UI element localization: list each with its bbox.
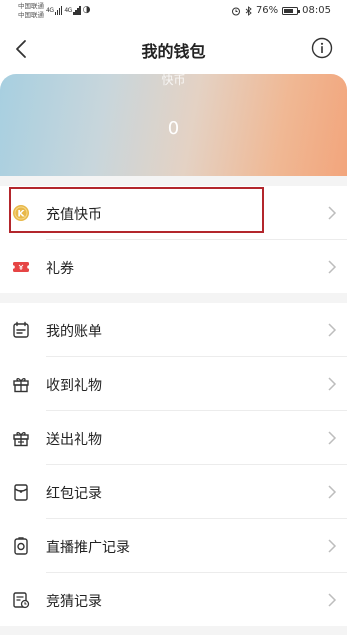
signal-bars-icon — [54, 6, 63, 15]
gifts-received-label: 收到礼物 — [46, 378, 102, 394]
chevron-right-icon — [328, 377, 337, 391]
coupon-row[interactable]: 礼券 — [0, 240, 347, 294]
info-icon[interactable] — [311, 37, 333, 59]
bluetooth-icon — [245, 5, 252, 16]
red-envelope-row[interactable]: 红包记录 — [0, 465, 347, 519]
calendar-bill-icon — [13, 321, 29, 338]
battery-percent: 76% — [255, 5, 279, 16]
data-saver-icon: ◑ — [82, 5, 91, 15]
gift-received-icon — [13, 378, 29, 393]
my-bill-label: 我的账单 — [46, 324, 102, 340]
section-separator — [0, 176, 347, 186]
balance-value: 0 — [167, 118, 180, 139]
net-type-2: 4G — [64, 7, 72, 14]
gift-sent-icon — [13, 432, 29, 447]
gifts-received-row[interactable]: 收到礼物 — [0, 357, 347, 411]
clock: 08:05 — [302, 5, 331, 16]
chevron-right-icon — [328, 323, 337, 337]
recharge-coins-row[interactable]: K 充值快币 — [0, 186, 347, 240]
carrier-1: 中国联通 — [18, 2, 44, 10]
net-type-1: 4G — [46, 7, 54, 14]
battery-icon — [282, 6, 301, 15]
live-promotion-row[interactable]: 直播推广记录 — [0, 519, 347, 573]
bottom-separator — [0, 626, 347, 635]
chevron-right-icon — [328, 539, 337, 553]
chevron-right-icon — [328, 260, 337, 274]
chevron-right-icon — [328, 485, 337, 499]
chevron-right-icon — [328, 206, 337, 220]
status-right: 76% 08:05 — [231, 5, 331, 16]
gifts-sent-label: 送出礼物 — [46, 432, 102, 448]
live-promotion-label: 直播推广记录 — [46, 540, 130, 556]
coin-icon: K — [13, 205, 29, 221]
alarm-icon — [231, 7, 240, 15]
signal-bars-icon-2 — [73, 6, 81, 15]
balance-label: 快币 — [161, 74, 186, 87]
red-envelope-label: 红包记录 — [46, 486, 102, 502]
section-separator — [0, 293, 347, 303]
red-envelope-icon — [14, 484, 28, 501]
quiz-record-icon — [13, 592, 30, 609]
live-promotion-icon — [14, 537, 28, 555]
wallet-actions-group: K 充值快币 礼券 — [0, 186, 347, 294]
carrier-2: 中国联通 — [18, 11, 44, 19]
gifts-sent-row[interactable]: 送出礼物 — [0, 411, 347, 465]
coupon-icon — [11, 262, 31, 272]
signal-indicators: 4G 4G ◑ — [46, 5, 91, 15]
status-bar: 中国联通 中国联通 4G 4G ◑ 76% 08:05 — [0, 0, 347, 24]
balance-banner: 快币 0 — [0, 74, 347, 176]
quiz-record-label: 竞猜记录 — [46, 594, 102, 610]
quiz-record-row[interactable]: 竞猜记录 — [0, 573, 347, 627]
page-title: 我的钱包 — [141, 42, 206, 61]
carrier-labels: 中国联通 中国联通 — [18, 2, 44, 20]
records-group: 我的账单 收到礼物 送出礼物 红包记录 直播推广记录 竞猜记录 — [0, 303, 347, 627]
recharge-coins-label: 充值快币 — [46, 207, 102, 223]
chevron-right-icon — [328, 593, 337, 607]
my-bill-row[interactable]: 我的账单 — [0, 303, 347, 357]
chevron-right-icon — [328, 431, 337, 445]
nav-bar: 我的钱包 — [0, 24, 347, 74]
battery-fill — [284, 8, 294, 13]
coupon-label: 礼券 — [46, 261, 74, 277]
svg-text:K: K — [18, 210, 26, 220]
